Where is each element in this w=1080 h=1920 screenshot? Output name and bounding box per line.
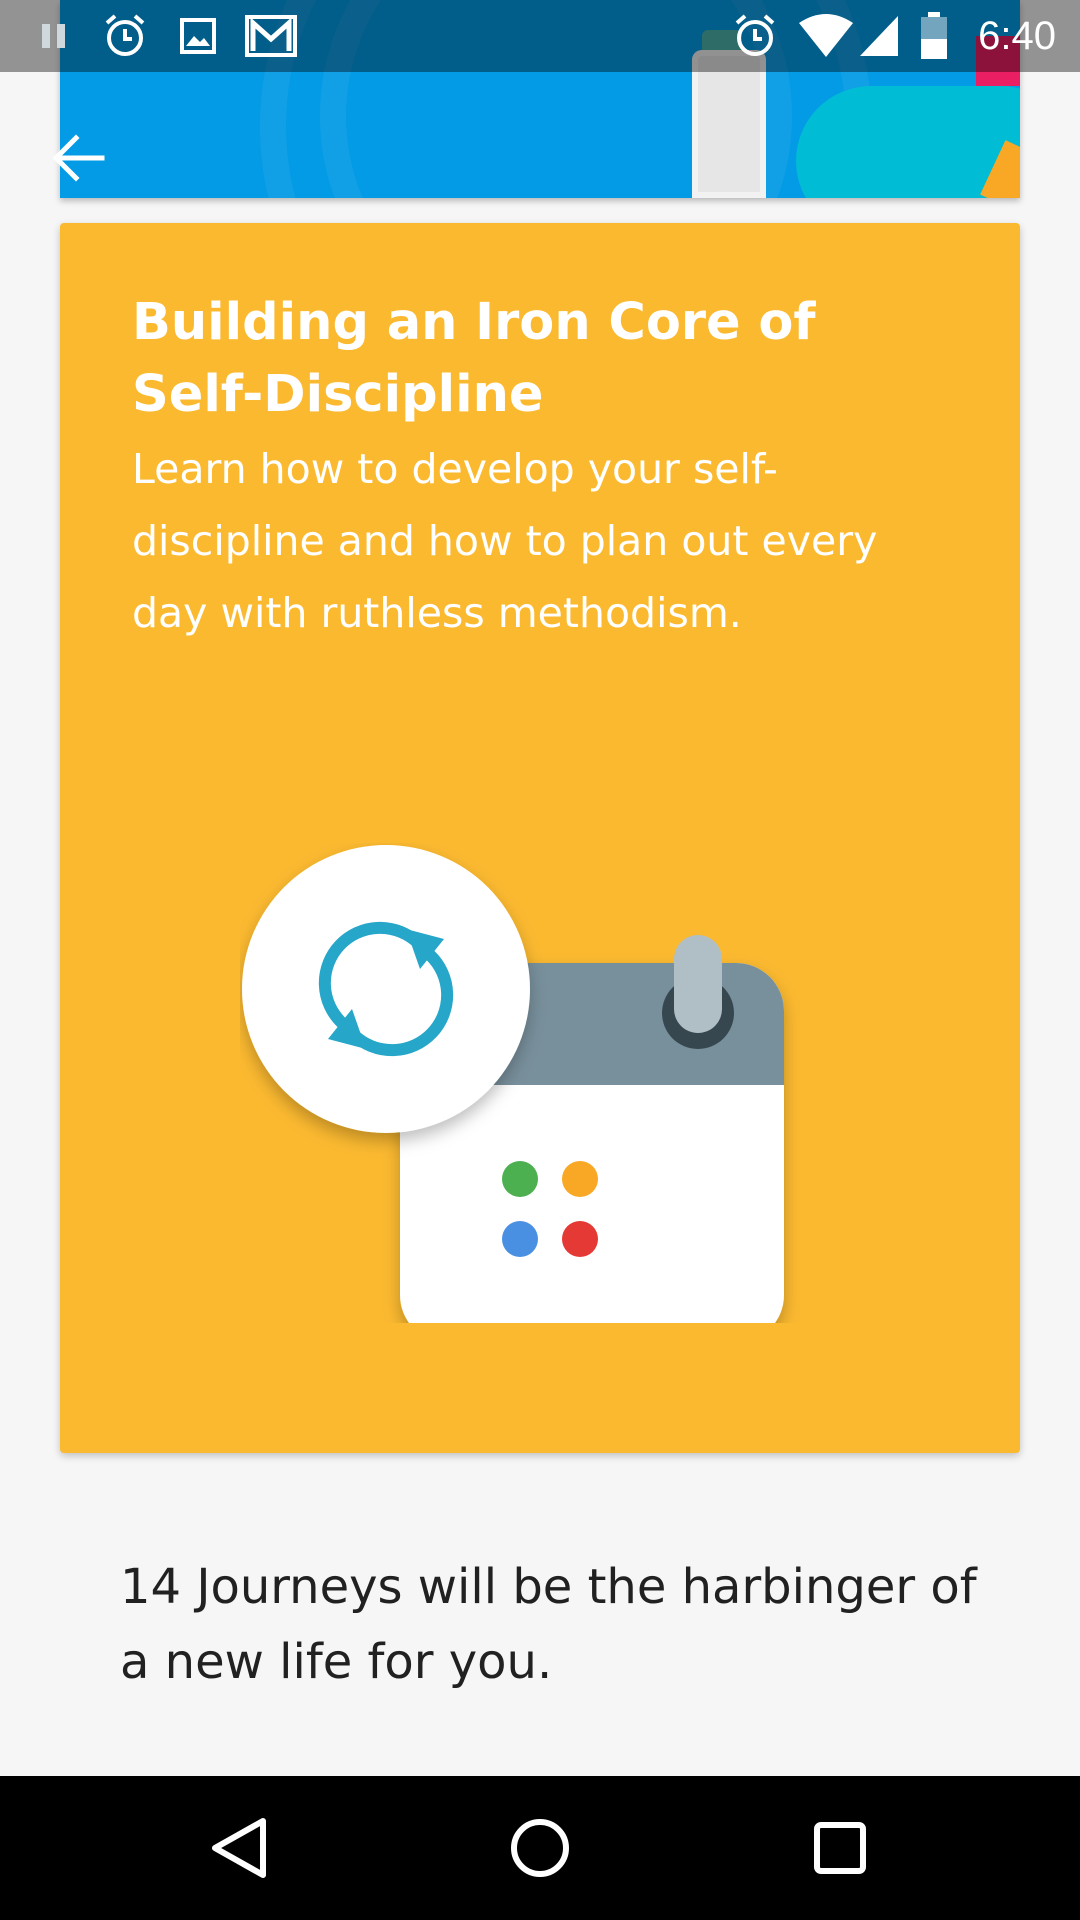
calendar-dot bbox=[502, 1161, 538, 1197]
gmail-icon bbox=[244, 0, 298, 72]
nav-home-button[interactable] bbox=[490, 1798, 590, 1898]
status-time: 6:40 bbox=[978, 14, 1056, 58]
card-title: Building an Iron Core of Self-Discipline bbox=[132, 293, 816, 424]
bottle-illustration bbox=[692, 50, 766, 198]
refresh-badge bbox=[242, 845, 530, 1133]
nav-back-button[interactable] bbox=[190, 1798, 290, 1898]
navigation-bar bbox=[0, 1776, 1080, 1920]
image-icon bbox=[176, 0, 220, 72]
home-nav-icon bbox=[511, 1819, 569, 1877]
recents-nav-icon bbox=[814, 1822, 866, 1874]
pause-icon bbox=[36, 0, 72, 72]
status-bar: 6:40 bbox=[0, 0, 1080, 72]
nav-recents-button[interactable] bbox=[790, 1798, 890, 1898]
alarm-icon bbox=[730, 0, 780, 72]
screen: 6:40 Building an Iron Core of Self-Disci… bbox=[0, 0, 1080, 1920]
signal-icon bbox=[856, 0, 902, 72]
wifi-icon bbox=[796, 0, 856, 72]
journeys-info-text: 14 Journeys will be the harbinger of a n… bbox=[120, 1559, 977, 1690]
calendar-dot bbox=[562, 1161, 598, 1197]
calendar-illustration bbox=[240, 843, 800, 1343]
back-button[interactable] bbox=[44, 122, 124, 192]
calendar-dot bbox=[502, 1221, 538, 1257]
calendar-dot bbox=[562, 1221, 598, 1257]
journey-card[interactable]: Building an Iron Core of Self-Discipline… bbox=[60, 223, 1020, 1453]
card-description: Learn how to develop your self-disciplin… bbox=[132, 445, 878, 637]
battery-icon bbox=[918, 0, 950, 72]
arrow-left-icon bbox=[52, 134, 105, 182]
back-nav-icon bbox=[212, 1818, 266, 1878]
alarm-icon bbox=[100, 0, 150, 72]
